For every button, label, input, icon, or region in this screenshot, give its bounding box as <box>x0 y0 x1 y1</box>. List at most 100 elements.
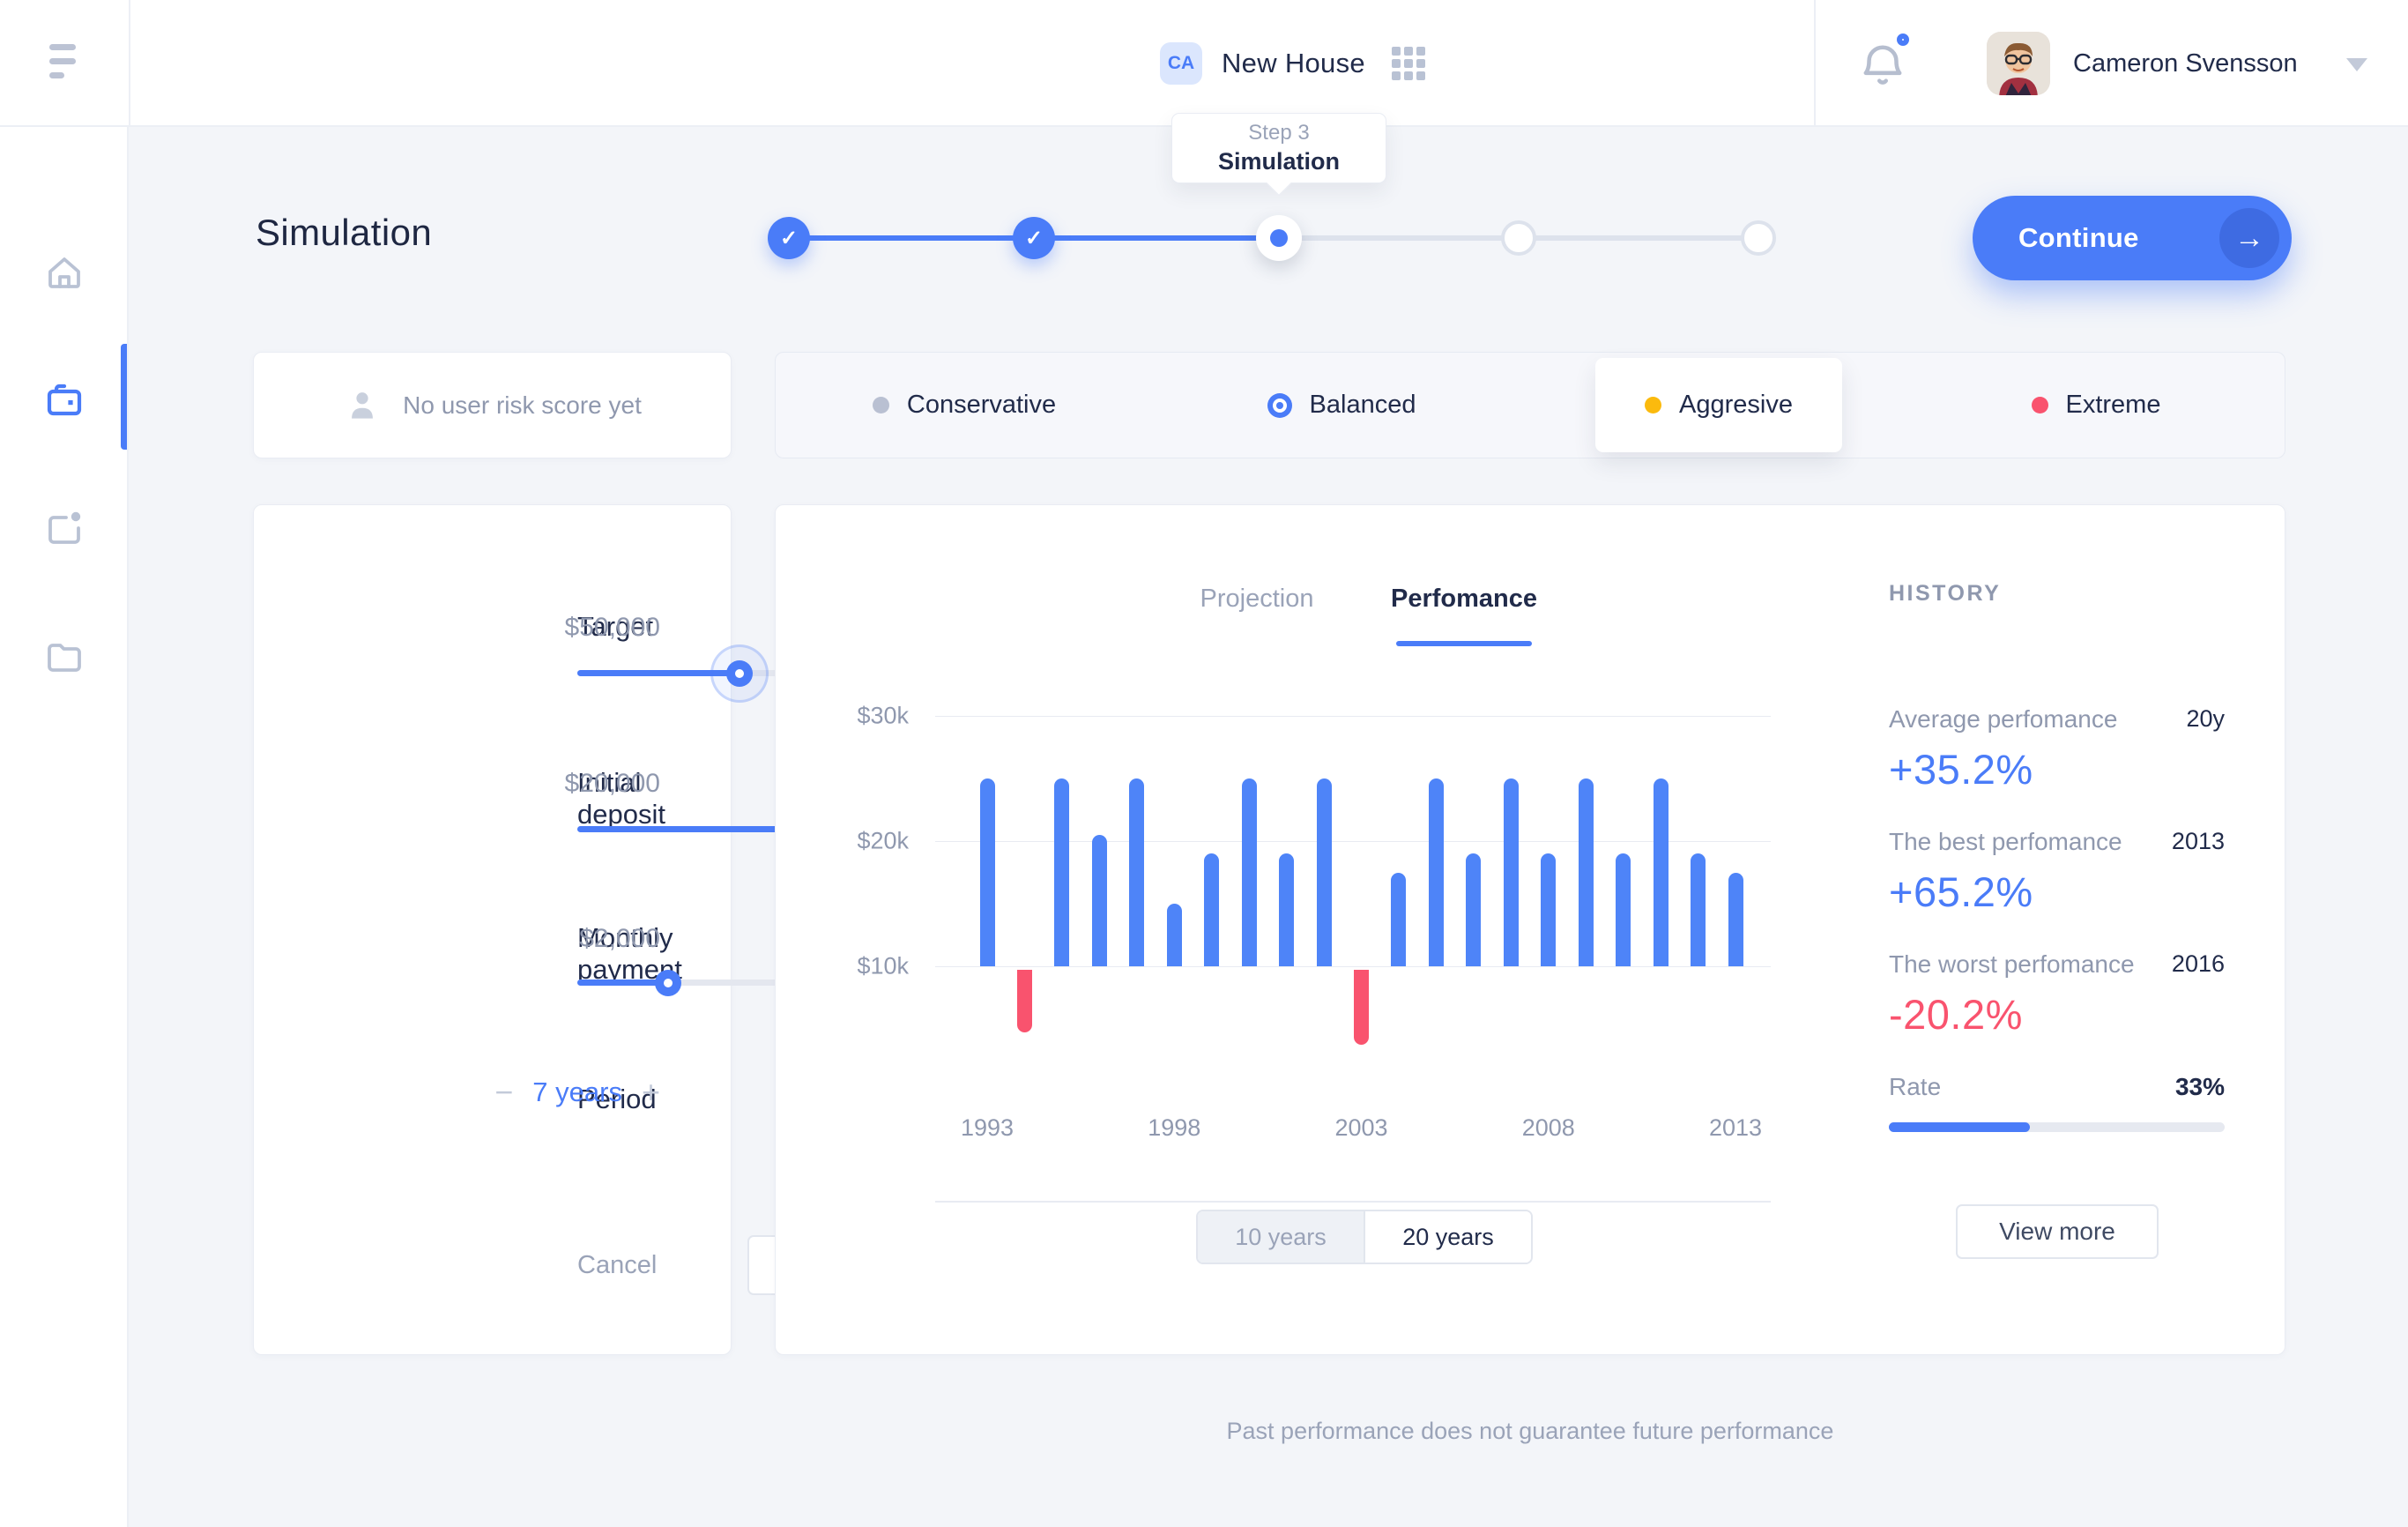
continue-button[interactable]: Continue → <box>1973 196 2292 280</box>
divider <box>129 0 130 127</box>
period-stepper: − 7 years + <box>494 1076 660 1108</box>
project-switcher[interactable]: CA New House <box>1160 0 1425 127</box>
divider <box>1814 0 1816 127</box>
home-icon <box>43 251 85 294</box>
risk-dot-icon <box>1645 397 1661 413</box>
cancel-button[interactable]: Cancel <box>577 1251 657 1280</box>
risk-option-aggresive[interactable]: Aggresive <box>1530 353 1907 458</box>
sidebar-item-projects[interactable] <box>0 480 129 577</box>
arrow-right-icon: → <box>2219 208 2279 268</box>
bar-1994 <box>1017 970 1032 1032</box>
performance-bar-chart: $30k$20k$10k19931998200320082013 <box>935 716 1771 1201</box>
risk-option-extreme[interactable]: Extreme <box>1907 353 2285 458</box>
header: CA New House <box>0 0 2408 127</box>
sidebar-item-portfolio[interactable] <box>0 352 129 449</box>
app-window: CA New House <box>0 0 2408 1527</box>
bar-2006 <box>1466 853 1481 966</box>
bar-2011 <box>1654 778 1669 966</box>
box-notification-icon <box>43 507 85 549</box>
bar-1998 <box>1167 904 1182 966</box>
best-performance-year: 2013 <box>2172 828 2225 855</box>
tab-performance[interactable]: Perfomance <box>1391 585 1537 614</box>
bar-2005 <box>1429 778 1444 966</box>
bar-2003 <box>1354 970 1369 1045</box>
bar-1993 <box>980 778 995 966</box>
notifications-button[interactable] <box>1854 37 1911 93</box>
x-axis-tick: 1993 <box>961 1114 1014 1142</box>
page-title: Simulation <box>256 212 432 254</box>
y-axis-tick: $10k <box>803 953 909 980</box>
x-axis-tick: 2003 <box>1334 1114 1387 1142</box>
sidebar-item-documents[interactable] <box>0 607 129 704</box>
sidebar <box>0 127 129 1527</box>
rate-progress-bar <box>1889 1122 2225 1132</box>
y-axis-tick: $20k <box>803 828 909 855</box>
menu-icon[interactable] <box>49 44 85 83</box>
disclaimer-text: Past performance does not guarantee futu… <box>775 1418 2285 1445</box>
step-5-upcoming[interactable] <box>1741 220 1776 256</box>
range-10-years[interactable]: 10 years <box>1198 1211 1365 1263</box>
sidebar-active-indicator <box>121 344 127 450</box>
risk-option-label: Aggresive <box>1679 391 1793 420</box>
bar-1995 <box>1054 778 1069 966</box>
tooltip-step-number: Step 3 <box>1248 121 1309 145</box>
view-more-button[interactable]: View more <box>1956 1204 2159 1259</box>
tab-projection[interactable]: Projection <box>1200 585 1314 614</box>
average-performance-label: Average perfomance <box>1889 705 2117 734</box>
bar-2010 <box>1616 853 1631 966</box>
notification-badge <box>1897 34 1909 46</box>
risk-score-card: No user risk score yet <box>253 352 732 458</box>
gridline <box>935 716 1771 717</box>
x-axis-line <box>935 1201 1771 1203</box>
bar-2007 <box>1504 778 1519 966</box>
x-axis-tick: 2013 <box>1709 1114 1762 1142</box>
bar-2008 <box>1541 853 1556 966</box>
gridline <box>935 966 1771 967</box>
user-menu[interactable]: Cameron Svensson <box>2073 0 2298 127</box>
bar-2004 <box>1391 873 1406 967</box>
avatar-illustration <box>1987 32 2050 95</box>
user-icon <box>343 386 382 425</box>
performance-card: Projection Perfomance $30k$20k$10k199319… <box>775 504 2285 1355</box>
step-1-done[interactable]: ✓ <box>768 217 810 259</box>
avatar[interactable] <box>1987 32 2050 95</box>
apps-grid-icon[interactable] <box>1392 47 1425 80</box>
history-title: HISTORY <box>1889 581 2001 607</box>
wallet-icon <box>43 379 85 421</box>
risk-score-message: No user risk score yet <box>403 391 642 420</box>
risk-option-conservative[interactable]: Conservative <box>776 353 1153 458</box>
risk-option-balanced[interactable]: Balanced <box>1153 353 1530 458</box>
bar-2012 <box>1691 853 1706 966</box>
range-20-years[interactable]: 20 years <box>1365 1211 1531 1263</box>
project-badge: CA <box>1160 42 1202 85</box>
worst-performance-year: 2016 <box>2172 950 2225 978</box>
risk-option-label: Extreme <box>2066 391 2161 420</box>
initial-deposit-value: $20,000 <box>565 769 660 799</box>
step-tooltip: Step 3 Simulation <box>1171 113 1386 183</box>
bar-2001 <box>1279 853 1294 966</box>
x-axis-tick: 2008 <box>1522 1114 1575 1142</box>
period-value: 7 years <box>532 1076 622 1108</box>
chevron-down-icon[interactable] <box>2346 58 2367 71</box>
x-axis-tick: 1998 <box>1148 1114 1200 1142</box>
risk-option-label: Balanced <box>1310 391 1416 420</box>
step-3-active[interactable] <box>1256 215 1302 261</box>
period-increase-button[interactable]: + <box>642 1079 660 1106</box>
bar-2009 <box>1579 778 1594 966</box>
slider-thumb[interactable] <box>726 660 753 687</box>
period-decrease-button[interactable]: − <box>494 1079 513 1106</box>
step-2-done[interactable]: ✓ <box>1013 217 1055 259</box>
slider-thumb[interactable] <box>655 970 681 996</box>
simulation-controls-panel: Target $50,000 Initial deposit $20,000 M… <box>253 504 732 1355</box>
average-performance-value: +35.2% <box>1889 745 2033 793</box>
rate-progress-fill <box>1889 1122 2030 1132</box>
risk-option-label: Conservative <box>907 391 1056 420</box>
continue-button-label: Continue <box>2018 222 2139 254</box>
folder-icon <box>43 635 85 677</box>
best-performance-label: The best perfomance <box>1889 828 2122 856</box>
rate-label: Rate <box>1889 1073 1941 1101</box>
best-performance-value: +65.2% <box>1889 868 2033 916</box>
bar-2000 <box>1242 778 1257 966</box>
step-4-upcoming[interactable] <box>1501 220 1536 256</box>
sidebar-item-home[interactable] <box>0 224 129 321</box>
